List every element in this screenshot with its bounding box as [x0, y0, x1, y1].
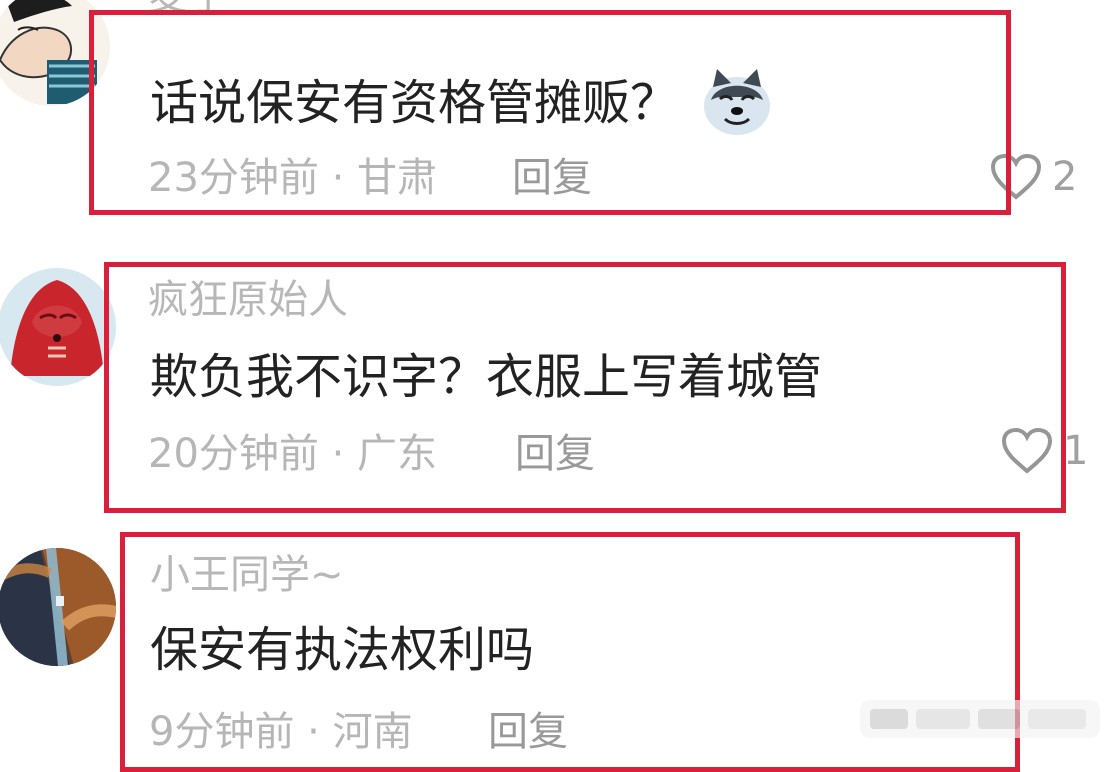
- highlight-box: [104, 262, 1066, 513]
- avatar[interactable]: [0, 548, 116, 666]
- avatar-image: [0, 268, 116, 386]
- avatar-image: [0, 548, 116, 666]
- watermark-overlay: [860, 700, 1100, 738]
- avatar[interactable]: [0, 268, 116, 386]
- like-count: 2: [1052, 154, 1078, 200]
- comment-list: 麦子 话说保安有资格管摊贩？ 23分钟前 · 甘肃 回复 2: [0, 0, 1112, 772]
- like-count: 1: [1063, 428, 1089, 474]
- highlight-box: [89, 10, 1011, 215]
